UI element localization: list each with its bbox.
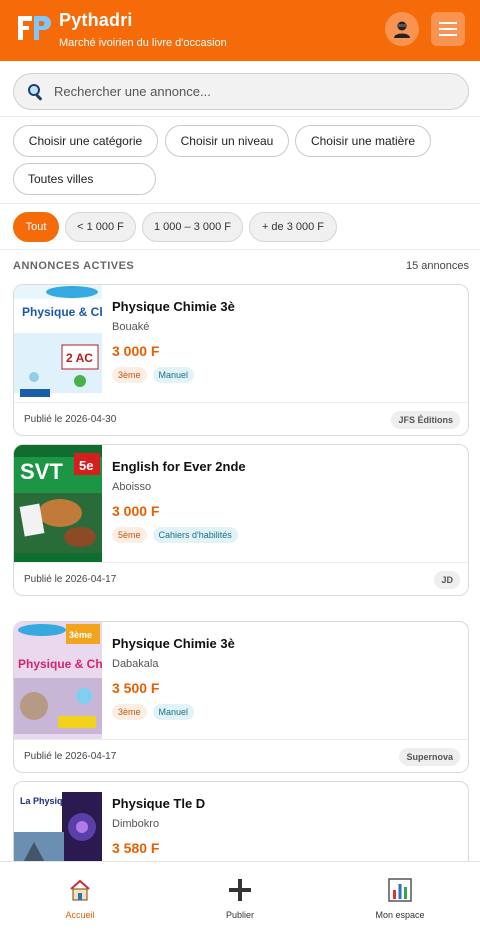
user-avatar-icon [394, 21, 410, 38]
price-filter-all[interactable]: Tout [13, 212, 59, 242]
hamburger-menu-icon [439, 22, 457, 36]
listing-city: Dabakala [112, 658, 159, 670]
subject-select[interactable]: Choisir une matière [295, 125, 431, 157]
listings-label: ANNONCES ACTIVES [13, 260, 135, 272]
listing-price: 3 500 F [112, 680, 160, 696]
app-name: Pythadri [59, 10, 133, 30]
type-badge: Manuel [152, 367, 195, 383]
filter-bar: Choisir une catégorie Choisir un niveau … [0, 117, 480, 204]
listing-card[interactable]: Physique & Chimie 2 AC Physique Chimie 3… [13, 284, 469, 436]
menu-button[interactable] [431, 12, 465, 46]
user-avatar-button[interactable] [385, 12, 419, 46]
city-select[interactable]: Toutes villes [13, 163, 156, 195]
search-input[interactable]: Rechercher une annonce... [13, 73, 469, 110]
listing-title: English for Ever 2nde [112, 459, 246, 474]
search-placeholder: Rechercher une annonce... [54, 84, 211, 99]
cover-title-1: Physique & Chimie [22, 305, 102, 319]
publisher-badge: Supernova [399, 748, 460, 766]
listing-title: Physique Chimie 3è [112, 299, 235, 314]
listing-card[interactable]: 3ème Physique & Chimie Physique Chimie 3… [13, 621, 469, 773]
app-tagline: Marché ivoirien du livre d'occasion [59, 37, 227, 49]
brand: Pythadri Marché ivoirien du livre d'occa… [59, 9, 227, 51]
price-filter-bar: Tout < 1 000 F 1 000 – 3 000 F + de 3 00… [0, 204, 480, 250]
type-badge: Cahiers d'habilités [152, 527, 238, 543]
listing-date: Publié le 2026-04-17 [24, 751, 117, 762]
cover-tag-1: 2 AC [66, 351, 93, 365]
publisher-badge: JFS Éditions [391, 411, 460, 429]
nav-my-space-label: Mon espace [375, 910, 425, 920]
listing-tags: 3ème Manuel [112, 704, 195, 720]
home-icon [70, 879, 90, 901]
listing-title: Physique Chimie 3è [112, 636, 235, 651]
listing-city: Aboisso [112, 481, 152, 493]
level-badge: 5ème [112, 527, 147, 543]
listings-header: ANNONCES ACTIVES 15 annonces [0, 250, 480, 280]
app-logo[interactable] [16, 12, 52, 44]
cover-title-3: Physique & Chimie [18, 657, 102, 671]
listing-date: Publié le 2026-04-17 [24, 574, 117, 585]
category-select[interactable]: Choisir une catégorie [13, 125, 158, 157]
bottom-nav: Accueil Publier Mon espace [0, 861, 480, 934]
listing-price: 3 000 F [112, 343, 160, 359]
listing-city: Dimbokro [112, 818, 160, 830]
price-filter-1000-3000[interactable]: 1 000 – 3 000 F [142, 212, 243, 242]
listings-count: 15 annonces [406, 260, 469, 272]
price-filter-over-3000[interactable]: + de 3 000 F [249, 212, 337, 242]
level-badge: 3ème [112, 704, 147, 720]
nav-home-label: Accueil [65, 910, 95, 920]
search-icon [28, 84, 42, 101]
type-badge: Manuel [152, 704, 195, 720]
listing-footer: Publié le 2026-04-17 Supernova [14, 739, 468, 772]
listing-title: Physique Tle D [112, 796, 206, 811]
listing-city: Bouaké [112, 321, 150, 333]
publisher-badge: JD [434, 571, 460, 589]
cover-tag-2: 5e [79, 458, 93, 473]
listing-price: 3 580 F [112, 840, 160, 856]
bar-chart-icon [388, 878, 412, 902]
listing-footer: Publié le 2026-04-17 JD [14, 562, 468, 595]
nav-my-space[interactable]: Mon espace [320, 862, 480, 934]
listing-footer: Publié le 2026-04-30 JFS Éditions [14, 402, 468, 435]
app-header: Pythadri Marché ivoirien du livre d'occa… [0, 0, 480, 61]
nav-home[interactable]: Accueil [0, 862, 160, 934]
level-select[interactable]: Choisir un niveau [165, 125, 289, 157]
plus-icon [229, 879, 251, 901]
book-cover-image: 3ème Physique & Chimie [14, 622, 127, 739]
listing-tags: 5ème Cahiers d'habilités [112, 527, 238, 543]
level-badge: 3ème [112, 367, 147, 383]
book-cover-image: Physique & Chimie 2 AC [14, 285, 131, 402]
nav-publish-label: Publier [225, 910, 254, 920]
listing-date: Publié le 2026-04-30 [24, 414, 117, 425]
cover-tag-3: 3ème [69, 630, 92, 640]
cover-title-2: SVT [20, 459, 63, 484]
nav-publish[interactable]: Publier [160, 862, 320, 934]
listing-tags: 3ème Manuel [112, 367, 195, 383]
book-cover-image: SVT 5e [14, 445, 102, 562]
search-zone: Rechercher une annonce... [0, 61, 480, 117]
listing-price: 3 000 F [112, 503, 160, 519]
listing-card[interactable]: SVT 5e English for Ever 2nde Aboisso 3 0… [13, 444, 469, 596]
price-filter-under-1000[interactable]: < 1 000 F [65, 212, 136, 242]
